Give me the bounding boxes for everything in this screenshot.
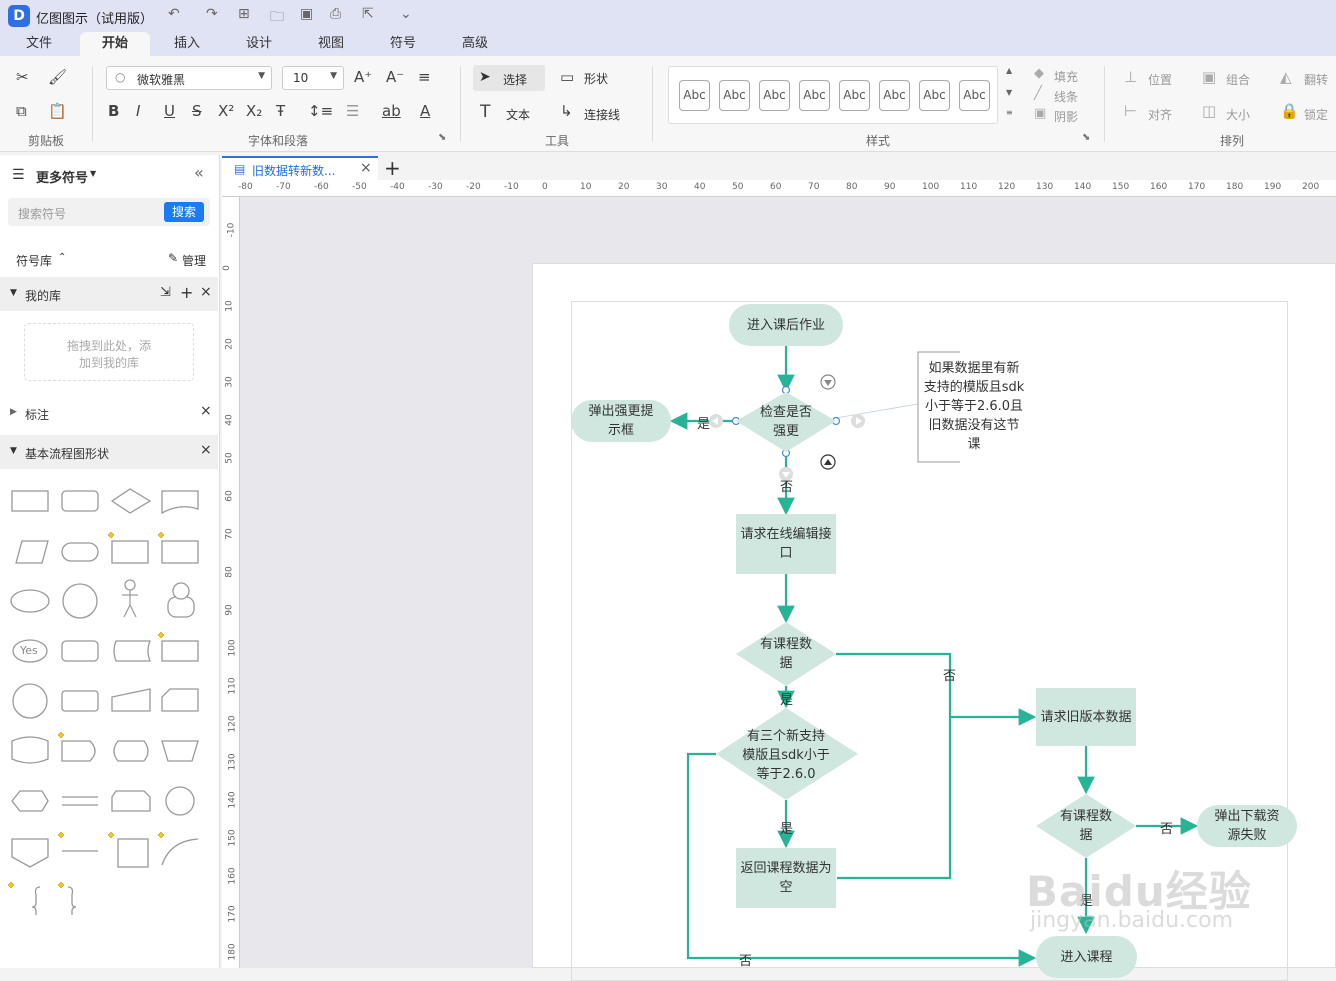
check-force-update-node[interactable]: 检查是否 强更 (746, 402, 826, 442)
yes-label: 是 (697, 417, 711, 432)
no-label: 否 (739, 954, 753, 969)
has-course-data-node[interactable]: 有课程数 据 (1046, 806, 1126, 846)
download-failed-popup-node[interactable]: 弹出下载资 源失败 (1197, 805, 1297, 847)
connector-line[interactable] (837, 717, 952, 880)
no-label: 否 (1160, 822, 1174, 837)
yes-label: 是 (780, 693, 794, 708)
request-online-node[interactable]: 请求在线编辑接 口 (736, 514, 836, 574)
flowchart-connectors (669, 346, 1199, 967)
connector-line[interactable] (836, 652, 1037, 726)
has-course-data-node[interactable]: 有课程数 据 (746, 634, 826, 674)
start-node[interactable]: 进入课后作业 (729, 304, 843, 346)
watermark-url: jingyan.baidu.com (1030, 908, 1234, 933)
has-three-templates-node[interactable]: 有三个新支持 模版且sdk小于 等于2.6.0 (726, 726, 846, 784)
no-label: 否 (780, 480, 794, 495)
enter-course-node[interactable]: 进入课程 (1036, 936, 1137, 978)
note-leader-line (835, 403, 919, 419)
force-update-popup-node[interactable]: 弹出强更提 示框 (571, 400, 671, 442)
yes-label: 是 (780, 822, 794, 837)
no-label: 否 (943, 669, 957, 684)
request-old-data-node[interactable]: 请求旧版本数据 (1036, 688, 1136, 746)
return-empty-node[interactable]: 返回课程数据为 空 (736, 848, 836, 908)
note-text[interactable]: 如果数据里有新 支持的模版且sdk 小于等于2.6.0且 旧数据没有这节 课 (922, 359, 1026, 454)
